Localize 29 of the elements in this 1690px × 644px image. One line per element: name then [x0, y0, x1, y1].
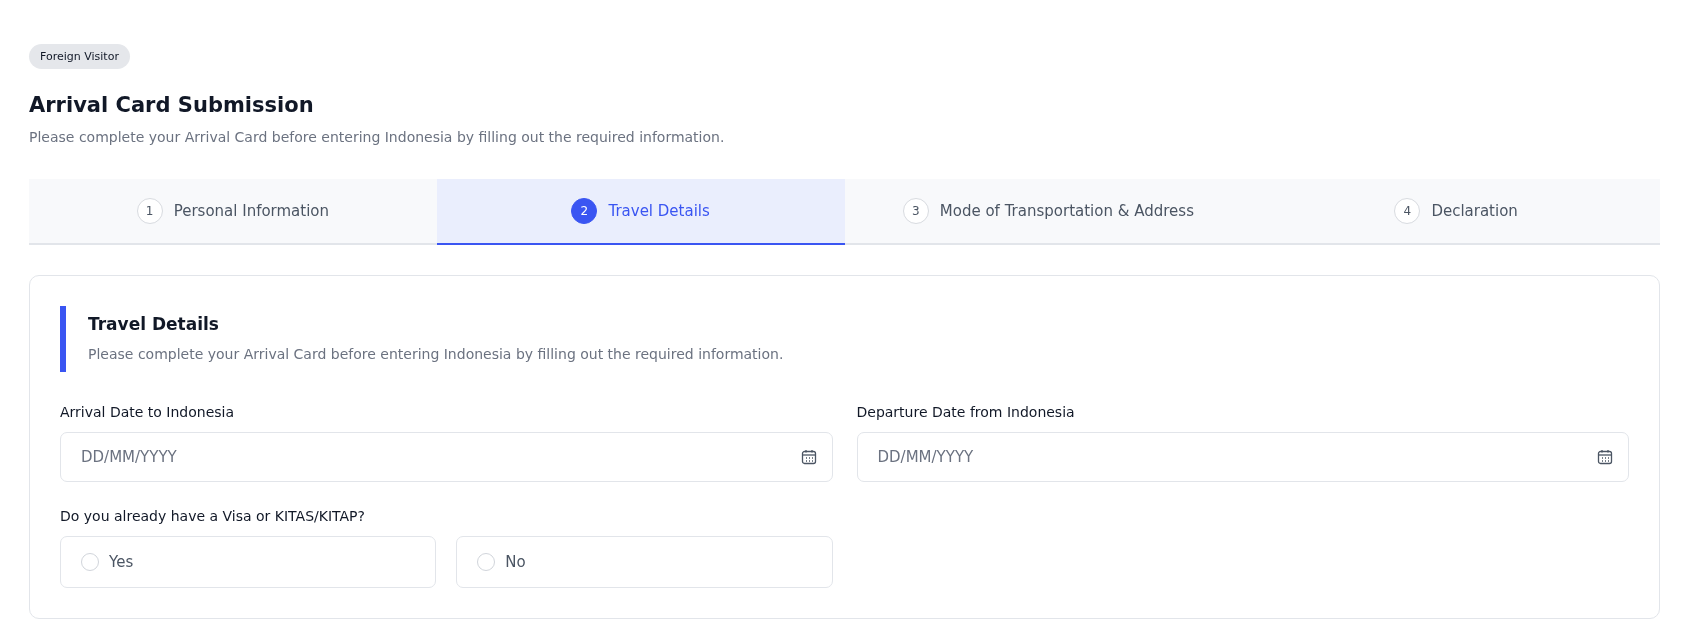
field-label: Arrival Date to Indonesia [60, 404, 236, 420]
field-label: Departure Date from Indonesia [856, 404, 1076, 420]
page-subtitle: Please complete your Arrival Card before entering Indonesia by filling out the required information. [29, 129, 726, 145]
step-tab[interactable]: 4 Declaration [1252, 179, 1660, 245]
step-label: Mode of Transportation & Address [939, 202, 1194, 220]
option-label: No [505, 553, 526, 571]
calendar-icon [1597, 449, 1613, 465]
step-tab[interactable]: 3 Mode of Transportation & Address [844, 179, 1253, 245]
step-label: Declaration [1431, 202, 1518, 220]
step-number: 1 [136, 198, 163, 224]
radio-option[interactable]: No [456, 536, 833, 588]
date-input-field[interactable]: DD/MM/YYYY [60, 432, 833, 482]
step-label: Travel Details [608, 202, 710, 220]
visitor-type-badge: Foreign Visitor [29, 44, 130, 69]
section-description: Please complete your Arrival Card before entering Indonesia by filling out the required information. [88, 346, 784, 362]
section-title: Travel Details [88, 314, 220, 334]
page-title: Arrival Card Submission [29, 93, 315, 117]
option-label: Yes [109, 553, 134, 571]
calendar-icon [800, 449, 817, 465]
question-label: Do you already have a Visa or KITAS/KITAP? [60, 508, 366, 524]
step-number: 2 [571, 198, 598, 224]
step-number: 4 [1394, 198, 1421, 224]
radio-option[interactable]: Yes [60, 536, 437, 588]
step-tab[interactable]: 1 Personal Information [29, 179, 437, 245]
accent-bar [60, 306, 66, 372]
step-tab[interactable]: 2 Travel Details [436, 179, 845, 245]
step-number: 3 [902, 198, 929, 224]
step-label: Personal Information [173, 202, 330, 220]
date-input-field[interactable]: DD/MM/YYYY [856, 432, 1629, 482]
